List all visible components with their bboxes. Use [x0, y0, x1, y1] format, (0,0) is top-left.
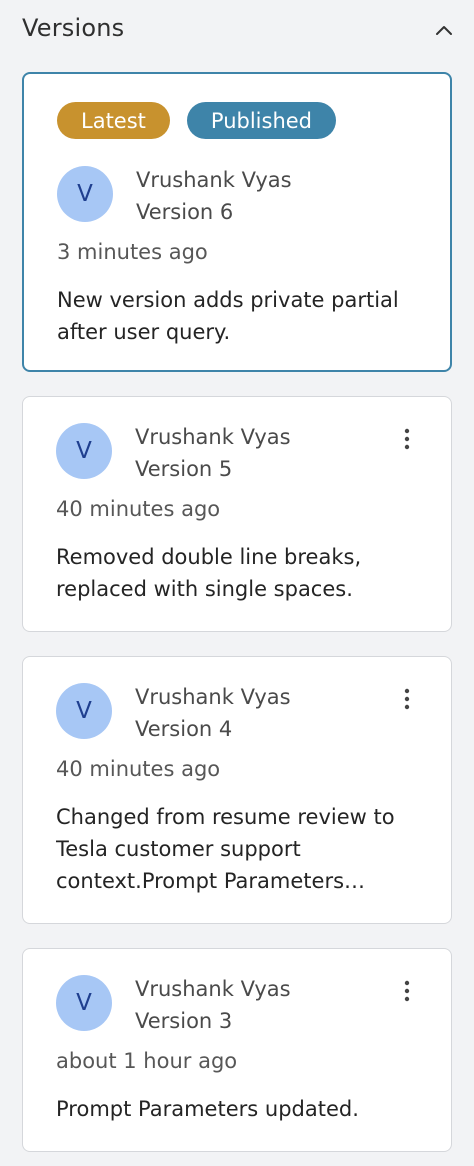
more-options-button[interactable] [395, 683, 419, 715]
more-options-button[interactable] [395, 975, 419, 1007]
author-name: Vrushank Vyas [135, 425, 291, 449]
version-card-3[interactable]: V Vrushank Vyas Version 3 about 1 hour a… [22, 948, 452, 1152]
author-name: Vrushank Vyas [135, 685, 291, 709]
version-card-5[interactable]: V Vrushank Vyas Version 5 40 minutes ago… [22, 396, 452, 632]
timestamp: 40 minutes ago [56, 497, 221, 521]
version-description: New version adds private partial after u… [57, 288, 399, 344]
timestamp: 3 minutes ago [57, 240, 208, 264]
more-vertical-icon [404, 980, 410, 1002]
collapse-button[interactable] [430, 16, 458, 44]
version-label: Version 3 [135, 1009, 233, 1033]
version-card-6[interactable]: Latest Published V Vrushank Vyas Version… [22, 72, 452, 372]
version-description: Removed double line breaks, replaced wit… [56, 545, 362, 601]
author-name: Vrushank Vyas [135, 977, 291, 1001]
author-name: Vrushank Vyas [136, 168, 292, 192]
latest-badge: Latest [57, 102, 170, 139]
version-description: Changed from resume review to Tesla cust… [56, 805, 395, 893]
version-description: Prompt Parameters updated. [56, 1097, 359, 1121]
panel-title: Versions [22, 14, 125, 42]
badge-group: Latest Published [57, 102, 337, 139]
avatar: V [56, 423, 112, 479]
published-badge: Published [186, 102, 337, 139]
avatar: V [57, 166, 113, 222]
version-label: Version 6 [136, 200, 234, 224]
version-card-4[interactable]: V Vrushank Vyas Version 4 40 minutes ago… [22, 656, 452, 924]
avatar: V [56, 683, 112, 739]
timestamp: about 1 hour ago [56, 1049, 238, 1073]
version-label: Version 4 [135, 717, 233, 741]
version-label: Version 5 [135, 457, 233, 481]
avatar: V [56, 975, 112, 1031]
versions-header: Versions [22, 10, 458, 50]
more-vertical-icon [404, 688, 410, 710]
more-vertical-icon [404, 428, 410, 450]
timestamp: 40 minutes ago [56, 757, 221, 781]
chevron-up-icon [436, 26, 452, 35]
more-options-button[interactable] [395, 423, 419, 455]
